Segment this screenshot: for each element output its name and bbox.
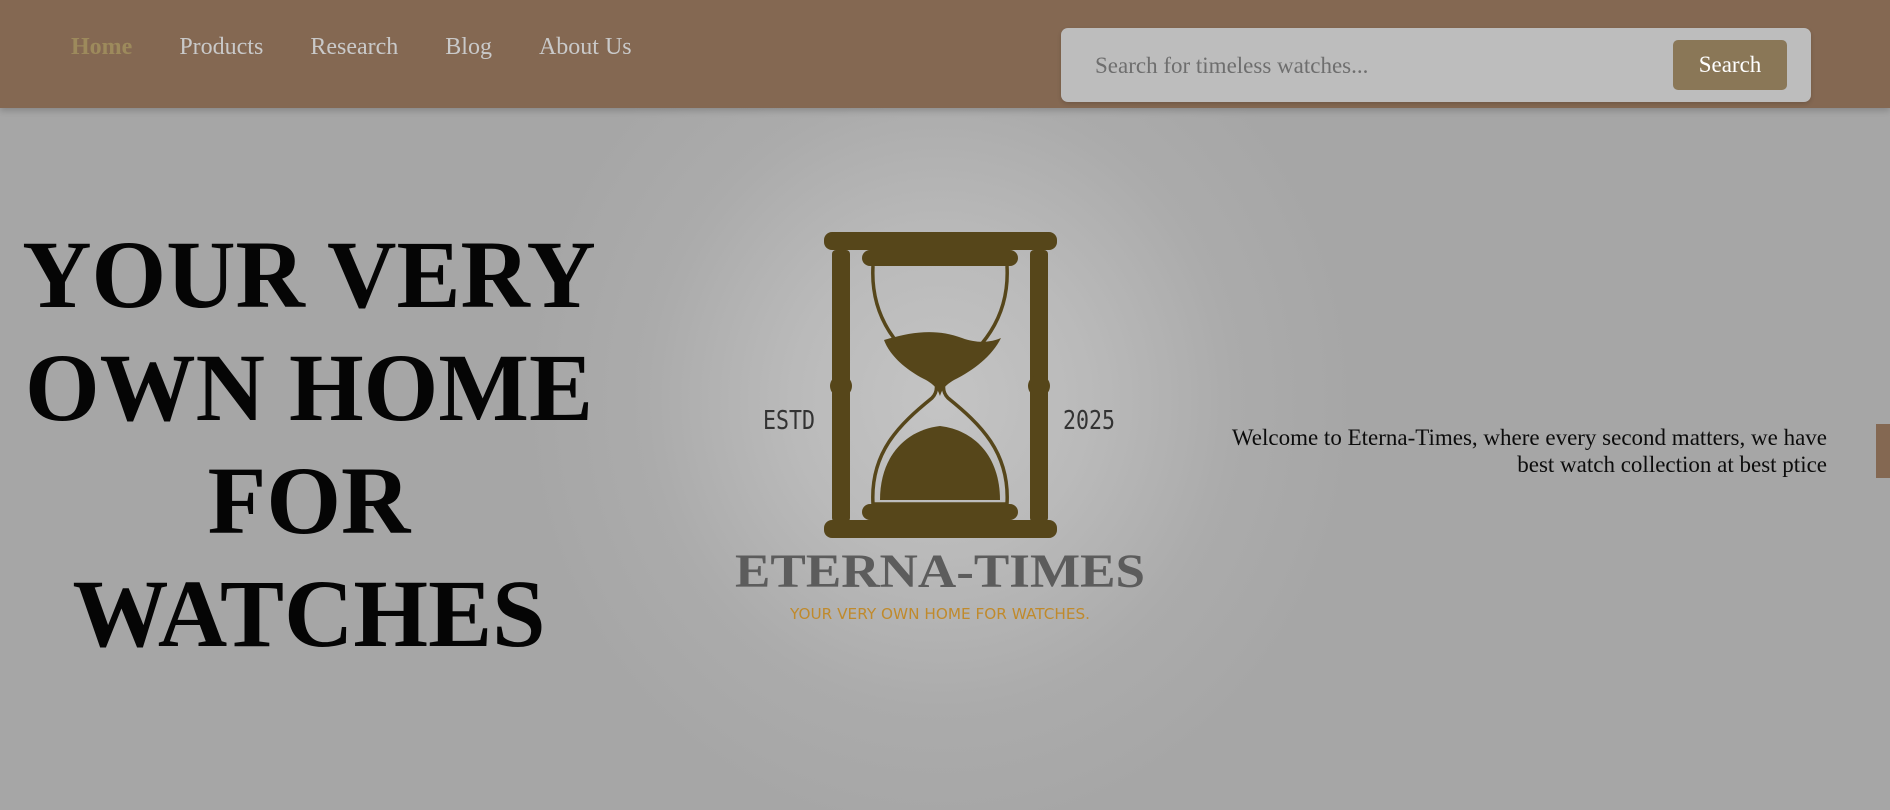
search-button[interactable]: Search [1673, 40, 1787, 90]
nav-link-about-us[interactable]: About Us [539, 31, 632, 63]
nav-link-home[interactable]: Home [71, 31, 132, 63]
logo-year: 2025 [1063, 406, 1115, 436]
hero-title-line: OWN HOME [25, 334, 593, 441]
hero-title-line: WATCHES [72, 560, 546, 667]
hero-title-line: FOR [207, 447, 411, 554]
welcome-text: Welcome to Eterna-Times, where every sec… [1231, 425, 1827, 477]
hero-title: YOUR VERY OWN HOME FOR WATCHES [0, 218, 618, 670]
nav-link-research[interactable]: Research [310, 31, 398, 63]
search-input[interactable] [1075, 39, 1637, 93]
hourglass-icon [824, 232, 1057, 538]
side-tab[interactable] [1876, 424, 1890, 478]
brand-logo: ESTD 2025 ETERNA-TIMES YOUR VERY OWN HOM… [735, 232, 1145, 623]
hero-title-line: YOUR VERY [22, 221, 596, 328]
nav-link-products[interactable]: Products [179, 31, 263, 63]
logo-estd-label: ESTD [763, 406, 815, 436]
logo-tagline: YOUR VERY OWN HOME FOR WATCHES. [789, 605, 1090, 623]
navbar: Home Products Research Blog About Us Sea… [0, 0, 1890, 108]
logo-brand-name: ETERNA-TIMES [735, 545, 1145, 598]
nav-links: Home Products Research Blog About Us [71, 31, 679, 63]
search-box: Search [1061, 28, 1811, 102]
nav-link-blog[interactable]: Blog [445, 31, 492, 63]
